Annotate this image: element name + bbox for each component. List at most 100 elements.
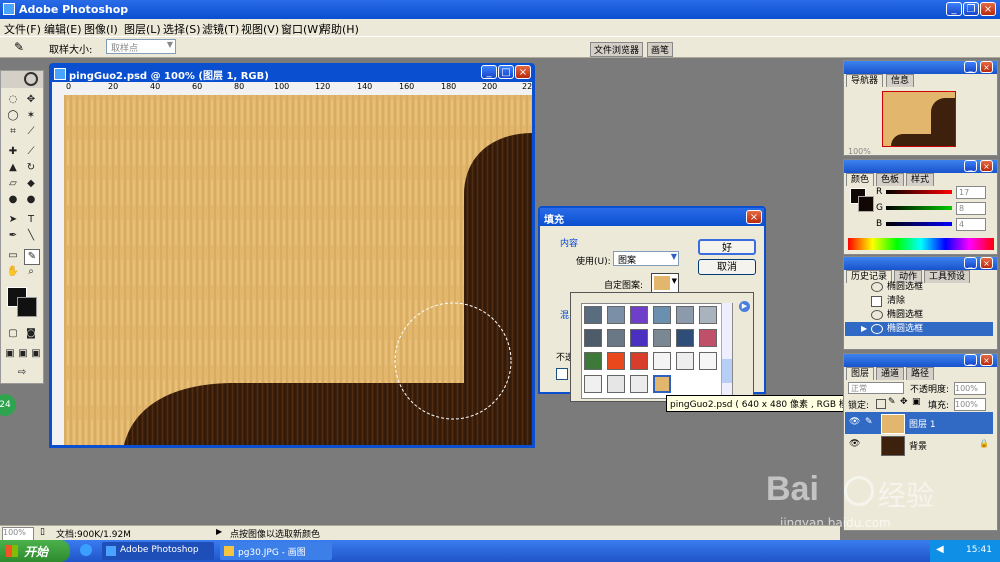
background-color-swatch[interactable] bbox=[17, 297, 37, 317]
menu-window[interactable]: 窗口(W) bbox=[281, 21, 322, 37]
tab-channels[interactable]: 通道 bbox=[876, 367, 905, 380]
pattern-swatch[interactable] bbox=[607, 329, 625, 347]
status-doc-info[interactable]: 文档:900K/1.92M bbox=[56, 527, 131, 540]
stamp-tool-icon[interactable]: ▲ bbox=[6, 161, 20, 175]
pattern-swatch[interactable] bbox=[653, 306, 671, 324]
hand-tool-icon[interactable]: ✋ bbox=[6, 265, 20, 279]
nav-zoom-value[interactable]: 100% bbox=[848, 147, 871, 156]
pen-tool-icon[interactable]: ✒ bbox=[6, 229, 20, 243]
doc-maximize-button[interactable]: □ bbox=[498, 65, 514, 79]
channel-g-slider[interactable] bbox=[886, 206, 952, 210]
pattern-scrollbar[interactable] bbox=[721, 303, 732, 397]
start-button[interactable]: 开始 bbox=[0, 540, 70, 562]
menu-help[interactable]: 帮助(H) bbox=[320, 21, 359, 37]
layer-fill-value[interactable]: 100% bbox=[954, 398, 986, 411]
tab-swatches[interactable]: 色板 bbox=[876, 173, 905, 186]
menu-edit[interactable]: 编辑(E) bbox=[44, 21, 82, 37]
eyedropper-tool-icon[interactable]: ✎ bbox=[14, 40, 24, 54]
history-close-button[interactable]: × bbox=[980, 257, 993, 269]
pattern-swatch[interactable] bbox=[653, 352, 671, 370]
layers-minimize-button[interactable]: _ bbox=[964, 354, 977, 366]
tab-layers[interactable]: 图层 bbox=[846, 367, 875, 380]
status-arrow-icon[interactable]: ▶ bbox=[216, 527, 222, 536]
quick-mask-mode-icon[interactable]: ◙ bbox=[24, 327, 38, 341]
pattern-swatch[interactable] bbox=[630, 352, 648, 370]
use-select[interactable]: 图案 ▼ bbox=[613, 251, 679, 266]
pattern-swatch[interactable] bbox=[584, 375, 602, 393]
tab-info[interactable]: 信息 bbox=[886, 74, 915, 87]
lock-all-icon[interactable]: ▣ bbox=[912, 397, 921, 407]
history-item[interactable]: 椭圆选框 bbox=[845, 280, 993, 294]
lock-position-icon[interactable]: ✥ bbox=[900, 397, 908, 407]
path-selection-tool-icon[interactable]: ➤ bbox=[6, 213, 20, 227]
taskbar-item-paint[interactable]: pg30.JPG - 画图 bbox=[220, 542, 332, 560]
blur-tool-icon[interactable]: ● bbox=[6, 193, 20, 207]
layer-opacity-value[interactable]: 100% bbox=[954, 382, 986, 395]
pattern-swatch[interactable] bbox=[607, 352, 625, 370]
channel-r-value[interactable]: 17 bbox=[956, 186, 986, 199]
taskbar-item-photoshop[interactable]: Adobe Photoshop bbox=[102, 542, 214, 560]
sample-size-select[interactable]: 取样点 ▼ bbox=[106, 39, 176, 54]
screen-mode-1-icon[interactable]: ▣ bbox=[3, 347, 17, 361]
type-tool-icon[interactable]: T bbox=[24, 213, 38, 227]
eye-icon[interactable]: 👁 bbox=[849, 417, 860, 427]
menu-select[interactable]: 选择(S) bbox=[163, 21, 201, 37]
move-tool-icon[interactable]: ✥ bbox=[24, 93, 38, 107]
eyedropper-tool-icon-2[interactable]: ✎ bbox=[24, 249, 40, 265]
menu-filter[interactable]: 滤镜(T) bbox=[202, 21, 239, 37]
menu-view[interactable]: 视图(V) bbox=[241, 21, 279, 37]
doc-close-button[interactable]: × bbox=[515, 65, 531, 79]
color-close-button[interactable]: × bbox=[980, 160, 993, 172]
pattern-swatch[interactable] bbox=[676, 352, 694, 370]
tab-color[interactable]: 颜色 bbox=[846, 173, 875, 186]
channel-b-slider[interactable] bbox=[886, 222, 952, 226]
channel-r-slider[interactable] bbox=[886, 190, 952, 194]
preserve-transparency-checkbox[interactable] bbox=[556, 368, 568, 380]
brushes-tab[interactable]: 画笔 bbox=[647, 42, 674, 57]
color-minimize-button[interactable]: _ bbox=[964, 160, 977, 172]
pattern-swatch[interactable] bbox=[630, 375, 648, 393]
color-spectrum-bar[interactable] bbox=[848, 238, 994, 250]
custom-pattern-picker[interactable]: ▼ bbox=[651, 273, 679, 293]
standard-mode-icon[interactable]: ▢ bbox=[6, 327, 20, 341]
history-item-selected[interactable]: ▶ 椭圆选框 bbox=[845, 322, 993, 336]
line-tool-icon[interactable]: ╲ bbox=[24, 229, 38, 243]
lasso-tool-icon[interactable]: ◯ bbox=[6, 109, 20, 123]
lock-transparency-icon[interactable] bbox=[876, 399, 886, 409]
channel-g-value[interactable]: 8 bbox=[956, 202, 986, 215]
pattern-swatch[interactable] bbox=[607, 375, 625, 393]
color-bg-swatch[interactable] bbox=[858, 196, 874, 212]
scroll-thumb[interactable] bbox=[722, 359, 732, 383]
eraser-tool-icon[interactable]: ▱ bbox=[6, 177, 20, 191]
menu-file[interactable]: 文件(F) bbox=[4, 21, 41, 37]
eye-icon[interactable]: 👁 bbox=[849, 439, 860, 449]
tab-paths[interactable]: 路径 bbox=[906, 367, 935, 380]
blend-mode-select[interactable]: 正常 bbox=[848, 382, 904, 394]
channel-b-value[interactable]: 4 bbox=[956, 218, 986, 231]
layer-row[interactable]: 👁 背景 🔒 bbox=[845, 434, 993, 456]
pattern-swatch[interactable] bbox=[676, 329, 694, 347]
minimize-button[interactable]: _ bbox=[946, 2, 962, 16]
pattern-swatch[interactable] bbox=[584, 306, 602, 324]
marquee-tool-icon[interactable]: ◌ bbox=[6, 93, 20, 107]
file-browser-tab[interactable]: 文件浏览器 bbox=[590, 42, 644, 57]
screen-mode-2-icon[interactable]: ▣ bbox=[16, 347, 30, 361]
zoom-tool-icon[interactable]: ⌕ bbox=[24, 265, 38, 279]
cancel-button[interactable]: 取消 bbox=[698, 259, 756, 275]
canvas[interactable] bbox=[64, 95, 532, 445]
dodge-tool-icon[interactable]: ● bbox=[24, 193, 38, 207]
pattern-swatch[interactable] bbox=[630, 329, 648, 347]
nav-close-button[interactable]: × bbox=[980, 61, 993, 73]
history-minimize-button[interactable]: _ bbox=[964, 257, 977, 269]
quicklaunch-ie-icon[interactable] bbox=[80, 544, 92, 556]
clock[interactable]: 15:41 bbox=[966, 545, 992, 555]
close-button[interactable]: × bbox=[980, 2, 996, 16]
history-brush-tool-icon[interactable]: ↻ bbox=[24, 161, 38, 175]
jump-to-imageready-icon[interactable]: ⇨ bbox=[6, 366, 38, 380]
pattern-swatch-selected[interactable] bbox=[653, 375, 671, 393]
menu-layer[interactable]: 图层(L) bbox=[124, 21, 161, 37]
crop-tool-icon[interactable]: ⌗ bbox=[6, 125, 20, 139]
photoshop-eye-icon[interactable] bbox=[24, 72, 38, 86]
doc-minimize-button[interactable]: _ bbox=[481, 65, 497, 79]
status-zoom[interactable]: 100% bbox=[2, 527, 34, 541]
